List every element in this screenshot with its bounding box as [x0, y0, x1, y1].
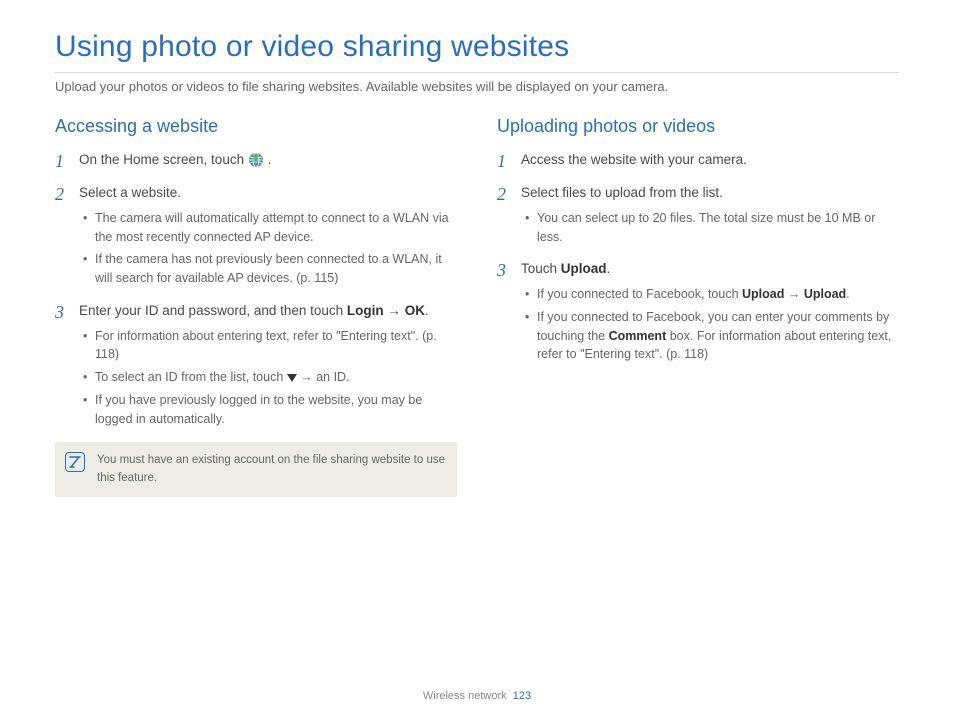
footer-section: Wireless network: [423, 690, 507, 702]
uploading-steps: 1 Access the website with your camera. 2…: [497, 151, 899, 364]
step-number: 2: [497, 182, 506, 207]
step-3: 3 Touch Upload. If you connected to Face…: [497, 260, 899, 364]
manual-page: Using photo or video sharing websites Up…: [0, 0, 954, 720]
note-icon: [65, 452, 85, 472]
ok-label: OK: [405, 303, 425, 318]
sub-text: .: [846, 287, 849, 301]
step-number: 1: [497, 149, 506, 174]
step-text: .: [268, 152, 272, 167]
page-title: Using photo or video sharing websites: [55, 30, 899, 64]
comment-bold: Comment: [609, 329, 667, 343]
note-text: You must have an existing account on the…: [97, 452, 447, 487]
sub-list: The camera will automatically attempt to…: [79, 203, 457, 288]
down-triangle-icon: [287, 374, 297, 382]
globe-icon: [248, 152, 264, 168]
login-label: Login: [347, 303, 384, 318]
uploading-heading: Uploading photos or videos: [497, 116, 899, 137]
sub-item: You can select up to 20 files. The total…: [521, 209, 899, 247]
step-text: On the Home screen, touch: [79, 152, 248, 167]
sub-item: If you have previously logged in to the …: [79, 391, 457, 429]
step-text: Select a website.: [79, 185, 181, 200]
columns: Accessing a website 1 On the Home screen…: [55, 116, 899, 497]
sub-list: For information about entering text, ref…: [79, 321, 457, 429]
step-text: Touch: [521, 261, 561, 276]
accessing-steps: 1 On the Home screen, touch . 2 Select a…: [55, 151, 457, 428]
divider: [55, 72, 899, 73]
upload-label: Upload: [561, 261, 607, 276]
step-number: 3: [497, 258, 506, 283]
step-number: 1: [55, 149, 64, 174]
step-text: .: [607, 261, 611, 276]
upload-bold: Upload: [804, 287, 846, 301]
step-text: Enter your ID and password, and then tou…: [79, 303, 347, 318]
arrow-icon: →: [784, 287, 803, 301]
sub-list: You can select up to 20 files. The total…: [521, 203, 899, 247]
upload-bold: Upload: [742, 287, 784, 301]
step-number: 3: [55, 300, 64, 325]
intro-text: Upload your photos or videos to file sha…: [55, 79, 899, 94]
arrow-icon: →: [384, 303, 405, 318]
step-text: Access the website with your camera.: [521, 152, 747, 167]
sub-item: If you connected to Facebook, you can en…: [521, 308, 899, 364]
step-2: 2 Select files to upload from the list. …: [497, 184, 899, 246]
right-column: Uploading photos or videos 1 Access the …: [497, 116, 899, 497]
sub-text: If you connected to Facebook, touch: [537, 287, 742, 301]
step-1: 1 On the Home screen, touch .: [55, 151, 457, 170]
sub-item: To select an ID from the list, touch → a…: [79, 368, 457, 387]
step-text: Select files to upload from the list.: [521, 185, 723, 200]
step-2: 2 Select a website. The camera will auto…: [55, 184, 457, 288]
sub-item: If you connected to Facebook, touch Uplo…: [521, 285, 899, 304]
accessing-heading: Accessing a website: [55, 116, 457, 137]
step-3: 3 Enter your ID and password, and then t…: [55, 302, 457, 429]
sub-text: To select an ID from the list, touch: [95, 370, 287, 384]
sub-item: For information about entering text, ref…: [79, 327, 457, 365]
sub-text: → an ID.: [297, 370, 350, 384]
step-number: 2: [55, 182, 64, 207]
sub-list: If you connected to Facebook, touch Uplo…: [521, 279, 899, 364]
step-text: .: [425, 303, 429, 318]
sub-item: If the camera has not previously been co…: [79, 250, 457, 288]
note-box: You must have an existing account on the…: [55, 442, 457, 497]
sub-item: The camera will automatically attempt to…: [79, 209, 457, 247]
left-column: Accessing a website 1 On the Home screen…: [55, 116, 457, 497]
footer: Wireless network 123: [0, 690, 954, 702]
page-number: 123: [513, 690, 531, 702]
step-1: 1 Access the website with your camera.: [497, 151, 899, 170]
